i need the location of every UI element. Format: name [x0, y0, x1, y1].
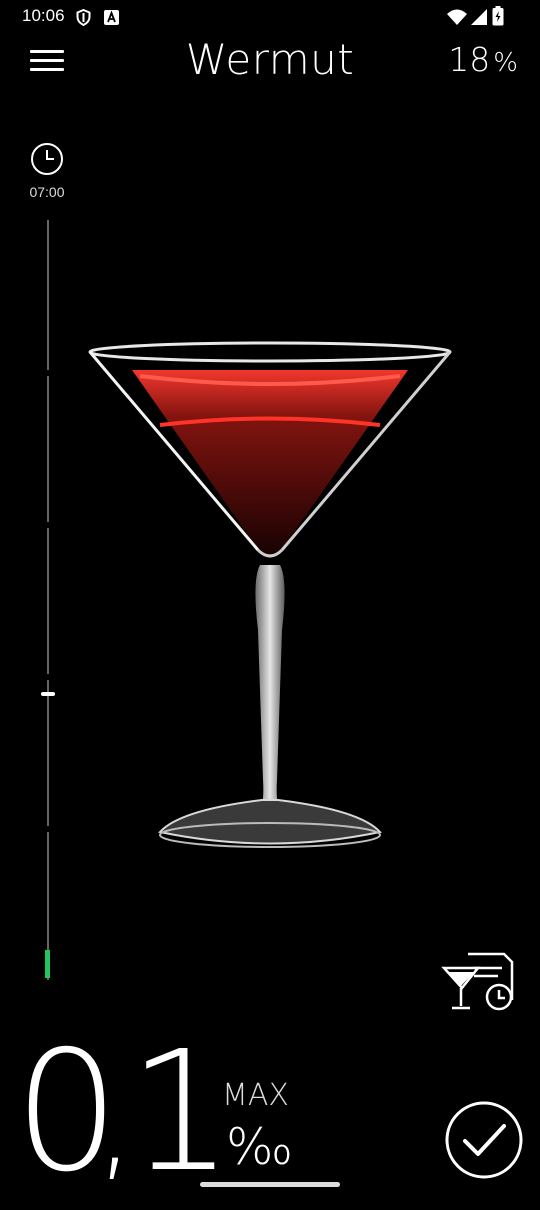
home-indicator[interactable] [200, 1182, 340, 1187]
status-time: 10:06 [22, 6, 65, 25]
martini-glass-image [88, 341, 452, 848]
confirm-button[interactable] [444, 1100, 524, 1180]
wifi-icon [447, 9, 467, 25]
status-bar: 10:06 [0, 0, 540, 34]
drink-history-button[interactable] [440, 948, 520, 1018]
start-time-control[interactable]: 07:00 [26, 142, 68, 200]
font-a-icon [104, 10, 119, 25]
drink-history-icon [441, 952, 514, 1011]
timeline-current-marker [45, 950, 50, 978]
shield-icon [76, 9, 91, 26]
abv-unit: % [493, 48, 518, 78]
permille-unit: ‰ [226, 1118, 294, 1176]
timeline-slider[interactable] [40, 220, 56, 980]
app-header: Wermut 18% [0, 34, 540, 90]
clock-icon [31, 143, 63, 175]
checkmark-icon [445, 1101, 523, 1179]
max-label: MAX [222, 1078, 289, 1113]
alcohol-percentage: 18% [448, 40, 518, 83]
bac-decimal: 1 [128, 1016, 234, 1209]
timeline-track [47, 220, 49, 980]
abv-value: 18 [448, 40, 491, 79]
battery-icon [492, 6, 504, 26]
start-time: 07:00 [29, 184, 65, 200]
signal-icon [471, 9, 487, 25]
timeline-handle [41, 692, 55, 696]
